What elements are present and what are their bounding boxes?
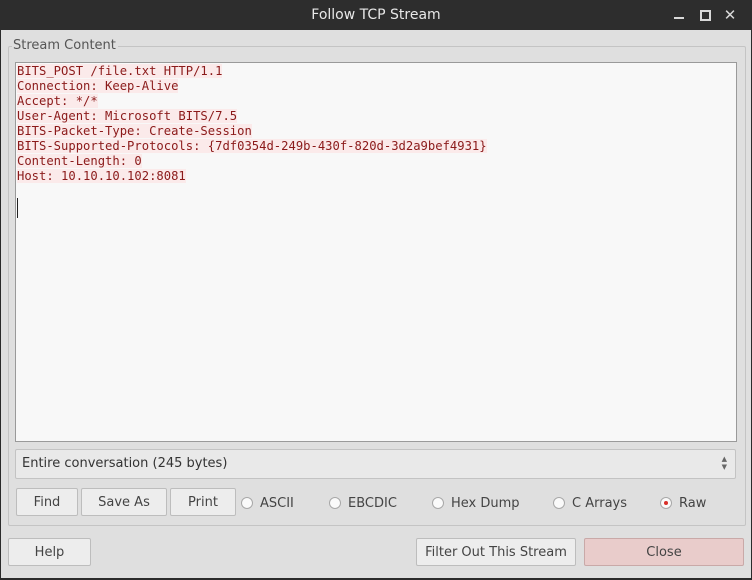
maximize-icon — [699, 9, 711, 21]
window-title: Follow TCP Stream — [311, 7, 441, 23]
radio-ebcdic[interactable]: EBCDIC — [329, 494, 397, 512]
radio-selected-icon — [660, 497, 672, 509]
window-close-button[interactable]: ✕ — [722, 7, 738, 23]
radio-icon — [553, 497, 565, 509]
radio-hex-dump[interactable]: Hex Dump — [432, 494, 520, 512]
close-button[interactable]: Close — [584, 538, 744, 566]
stream-line: BITS-Packet-Type: Create-Session — [17, 124, 252, 138]
stream-text-view[interactable]: BITS_POST /file.txt HTTP/1.1 Connection:… — [15, 62, 737, 442]
radio-icon — [241, 497, 253, 509]
stream-lines: BITS_POST /file.txt HTTP/1.1 Connection:… — [17, 64, 487, 184]
radio-icon — [432, 497, 444, 509]
conversation-select-value: Entire conversation (245 bytes) — [22, 456, 228, 471]
stream-content-label: Stream Content — [12, 38, 118, 53]
conversation-select[interactable]: Entire conversation (245 bytes) ▲ ▼ — [15, 449, 736, 479]
minimize-button[interactable] — [671, 7, 687, 23]
find-button[interactable]: Find — [16, 488, 78, 516]
maximize-button[interactable] — [697, 7, 713, 23]
title-bar[interactable]: Follow TCP Stream ✕ — [0, 0, 752, 30]
stream-line: User-Agent: Microsoft BITS/7.5 — [17, 109, 238, 123]
spin-arrows-icon: ▲ ▼ — [721, 455, 727, 471]
radio-ascii[interactable]: ASCII — [241, 494, 294, 512]
stream-line: Accept: */* — [17, 94, 98, 108]
follow-tcp-stream-window: Follow TCP Stream ✕ Stream Content BITS_… — [0, 0, 752, 580]
stream-line: Connection: Keep-Alive — [17, 79, 179, 93]
stream-line: BITS-Supported-Protocols: {7df0354d-249b… — [17, 139, 487, 153]
radio-c-arrays[interactable]: C Arrays — [553, 494, 627, 512]
minimize-icon — [674, 17, 684, 19]
dialog-body: Stream Content BITS_POST /file.txt HTTP/… — [1, 30, 751, 578]
filter-out-stream-button[interactable]: Filter Out This Stream — [416, 538, 576, 566]
radio-raw[interactable]: Raw — [660, 494, 706, 512]
close-icon: ✕ — [723, 6, 737, 24]
stream-line: Host: 10.10.10.102:8081 — [17, 169, 186, 183]
help-button[interactable]: Help — [8, 538, 91, 566]
print-button[interactable]: Print — [170, 488, 236, 516]
save-as-button[interactable]: Save As — [81, 488, 167, 516]
stream-line: Content-Length: 0 — [17, 154, 142, 168]
radio-icon — [329, 497, 341, 509]
text-caret — [17, 198, 18, 218]
stream-line: BITS_POST /file.txt HTTP/1.1 — [17, 64, 223, 78]
